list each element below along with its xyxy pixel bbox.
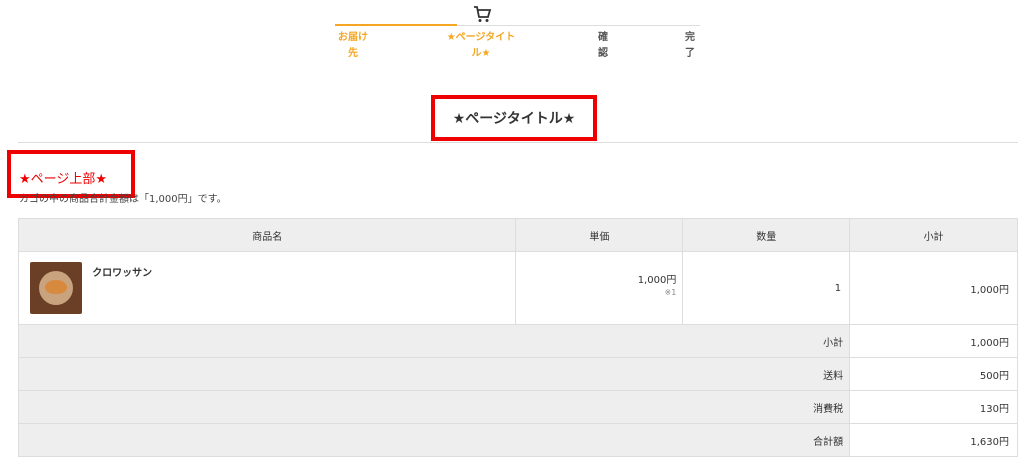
product-cell: クロワッサン — [17, 251, 517, 325]
cart-icon — [474, 6, 492, 22]
step-label-line1: 確 — [598, 32, 608, 43]
summary-row-subtotal: 小計 1,000円 — [17, 324, 1018, 358]
header-quantity: 数量 — [682, 218, 851, 252]
header-subtotal: 小計 — [849, 218, 1018, 252]
page-title-highlight: ★ページタイトル★ — [431, 95, 597, 141]
step-confirm: 確 認 — [593, 30, 613, 62]
header-product-name: 商品名 — [17, 218, 517, 252]
step-complete: 完 了 — [680, 30, 700, 62]
summary-label: 消費税 — [17, 390, 851, 424]
step-label-line2: 認 — [598, 48, 608, 59]
header-unit-price: 単価 — [515, 218, 684, 252]
page-top-label: ★ページ上部★ — [19, 172, 108, 187]
product-thumbnail[interactable] — [30, 262, 82, 314]
summary-label: 合計額 — [17, 423, 851, 457]
croissant-shape — [45, 280, 67, 294]
step-label-line2: ル★ — [471, 48, 491, 59]
page-title: ★ページタイトル★ — [452, 111, 576, 127]
quantity-cell: 1 — [682, 251, 851, 325]
subtotal-cell: 1,000円 — [849, 251, 1018, 325]
step-label-line2: 先 — [348, 48, 358, 59]
summary-value: 500円 — [849, 357, 1018, 391]
step-page-title: ★ページタイト ル★ — [435, 30, 527, 62]
summary-label: 送料 — [17, 357, 851, 391]
step-label-line1: お届け — [338, 32, 368, 43]
table-row: クロワッサン 1,000円 ※1 1 1,000円 — [17, 251, 1018, 325]
table-header-row: 商品名 単価 数量 小計 — [17, 218, 1018, 252]
step-label-line1: 完 — [685, 32, 695, 43]
summary-label: 小計 — [17, 324, 851, 358]
unit-price-cell: 1,000円 ※1 — [515, 251, 684, 325]
summary-value: 130円 — [849, 390, 1018, 424]
step-label-line2: 了 — [685, 48, 695, 59]
unit-price-note: ※1 — [664, 288, 677, 297]
cart-total-note: カゴの中の商品合計金額は「1,000円」です。 — [19, 194, 227, 205]
product-name[interactable]: クロワッサン — [92, 264, 152, 279]
unit-price: 1,000円 — [637, 275, 677, 286]
summary-value: 1,630円 — [849, 423, 1018, 457]
summary-row-tax: 消費税 130円 — [17, 390, 1018, 424]
summary-row-total: 合計額 1,630円 — [17, 423, 1018, 457]
step-progress-bar — [335, 24, 457, 26]
summary-row-shipping: 送料 500円 — [17, 357, 1018, 391]
title-divider — [18, 142, 1018, 143]
step-label-line1: ★ページタイト — [446, 32, 516, 43]
summary-value: 1,000円 — [849, 324, 1018, 358]
checkout-steps: お届け 先 ★ページタイト ル★ 確 認 完 了 — [335, 0, 700, 70]
step-delivery: お届け 先 — [335, 30, 371, 62]
cart-table: 商品名 単価 数量 小計 クロワッサン 1,000円 ※1 1 1,000円 小… — [17, 218, 1018, 457]
